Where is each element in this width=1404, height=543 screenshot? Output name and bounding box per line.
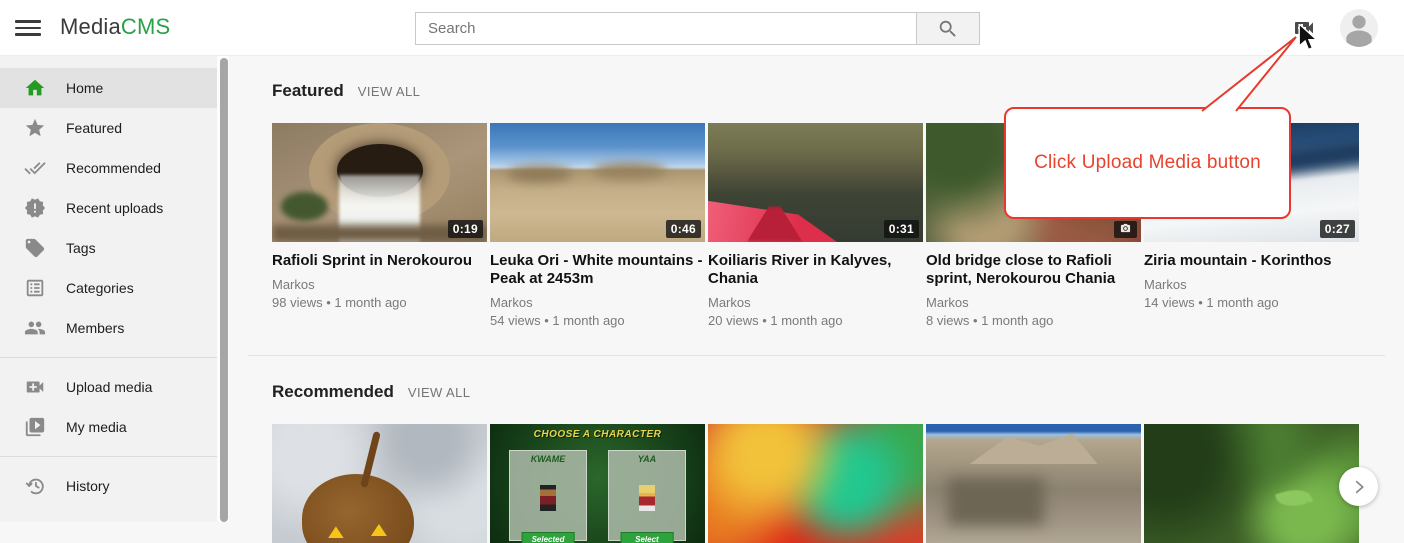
media-author[interactable]: Markos [1144,277,1359,292]
media-meta: 14 views • 1 month ago [1144,295,1359,310]
search-input[interactable] [415,12,917,45]
star-icon [24,117,46,139]
people-icon [24,317,46,339]
photo-camera-icon [1119,223,1132,234]
media-author[interactable]: Markos [708,295,923,310]
sidebar-scrollbar-track[interactable] [217,56,229,522]
media-thumbnail[interactable] [708,424,923,543]
game-character-sprite [540,485,556,511]
search-button[interactable] [917,12,980,45]
section-title-recommended: Recommended [272,382,394,402]
sidebar-item-label: Featured [66,120,122,136]
carousel-next-button[interactable] [1339,467,1378,506]
sidebar-item-tags[interactable]: Tags [0,228,217,268]
chevron-right-icon [1350,478,1368,496]
history-icon [24,475,46,497]
media-title[interactable]: Old bridge close to Rafioli sprint, Nero… [926,252,1141,288]
media-author[interactable]: Markos [926,295,1141,310]
game-character-name: YAA [609,454,684,464]
media-title[interactable]: Rafioli Sprint in Nerokourou [272,252,487,270]
media-card[interactable]: 0:19 Rafioli Sprint in Nerokourou Markos… [272,123,487,328]
media-thumbnail[interactable] [1144,424,1359,543]
person-icon [1340,9,1378,47]
sidebar-divider [0,456,217,457]
sidebar-item-home[interactable]: Home [0,68,217,108]
annotation-tooltip: Click Upload Media button [1004,107,1291,219]
sidebar-item-label: Members [66,320,124,336]
media-card[interactable] [1144,424,1359,543]
sidebar-divider [0,357,217,358]
sidebar-item-label: Home [66,80,103,96]
media-thumbnail[interactable] [272,424,487,543]
sidebar-item-recent-uploads[interactable]: Recent uploads [0,188,217,228]
sidebar-item-label: Recommended [66,160,161,176]
sidebar-item-featured[interactable]: Featured [0,108,217,148]
video-call-icon [24,376,46,398]
sidebar-item-members[interactable]: Members [0,308,217,348]
media-author[interactable]: Markos [490,295,705,310]
game-heading: CHOOSE A CHARACTER [490,429,705,440]
duration-badge: 0:19 [448,220,483,238]
home-icon [24,77,46,99]
sidebar-item-label: My media [66,419,127,435]
recommended-row: CHOOSE A CHARACTER KWAME Selected YAA Se… [272,424,1359,543]
sidebar-item-recommended[interactable]: Recommended [0,148,217,188]
game-character-name: KWAME [510,454,585,464]
video-call-icon [1291,16,1317,40]
media-card[interactable]: CHOOSE A CHARACTER KWAME Selected YAA Se… [490,424,705,543]
sidebar-scrollbar-thumb[interactable] [220,58,228,522]
sidebar-item-my-media[interactable]: My media [0,407,217,447]
sidebar-item-label: History [66,478,110,494]
media-meta: 54 views • 1 month ago [490,313,705,328]
duration-badge: 0:27 [1320,220,1355,238]
video-library-icon [24,416,46,438]
user-avatar[interactable] [1340,9,1378,47]
sidebar-item-history[interactable]: History [0,466,217,506]
media-card[interactable]: 0:46 Leuka Ori - White mountains - Peak … [490,123,705,328]
game-selected-button: Selected [522,532,575,543]
sidebar-item-label: Tags [66,240,96,256]
media-thumbnail[interactable]: 0:19 [272,123,487,242]
sidebar-item-label: Recent uploads [66,200,163,216]
media-meta: 8 views • 1 month ago [926,313,1141,328]
media-card[interactable]: 0:31 Koiliaris River in Kalyves, Chania … [708,123,923,328]
media-meta: 98 views • 1 month ago [272,295,487,310]
annotation-text: Click Upload Media button [1034,152,1261,174]
sidebar-item-categories[interactable]: Categories [0,268,217,308]
view-all-link[interactable]: VIEW ALL [408,385,470,400]
sidebar-item-label: Categories [66,280,134,296]
media-author[interactable]: Markos [272,277,487,292]
media-thumbnail[interactable]: 0:31 [708,123,923,242]
section-divider [248,355,1385,356]
search-icon [937,18,959,40]
view-all-link[interactable]: VIEW ALL [358,84,420,99]
new-releases-icon [24,197,46,219]
media-card[interactable] [708,424,923,543]
section-title-featured: Featured [272,81,344,101]
duration-badge: 0:31 [884,220,919,238]
media-title[interactable]: Ziria mountain - Korinthos [1144,252,1359,270]
media-title[interactable]: Koiliaris River in Kalyves, Chania [708,252,923,288]
upload-media-button[interactable] [1291,16,1317,40]
game-character-sprite [639,485,655,511]
list-alt-icon [24,277,46,299]
media-meta: 20 views • 1 month ago [708,313,923,328]
sidebar-item-upload-media[interactable]: Upload media [0,367,217,407]
sidebar: Home Featured Recommended Recent uploads… [0,56,217,522]
tag-icon [24,237,46,259]
media-card[interactable] [926,424,1141,543]
media-thumbnail[interactable]: 0:46 [490,123,705,242]
game-select-button: Select [621,532,674,543]
image-type-badge [1114,221,1137,238]
app-logo[interactable]: MediaCMS [60,14,170,40]
duration-badge: 0:46 [666,220,701,238]
sidebar-item-label: Upload media [66,379,152,395]
done-all-icon [24,157,46,179]
media-title[interactable]: Leuka Ori - White mountains - Peak at 24… [490,252,705,288]
menu-icon[interactable] [15,16,41,40]
media-card[interactable] [272,424,487,543]
top-bar: MediaCMS [0,0,1404,56]
media-thumbnail[interactable] [926,424,1141,543]
media-thumbnail[interactable]: CHOOSE A CHARACTER KWAME Selected YAA Se… [490,424,705,543]
